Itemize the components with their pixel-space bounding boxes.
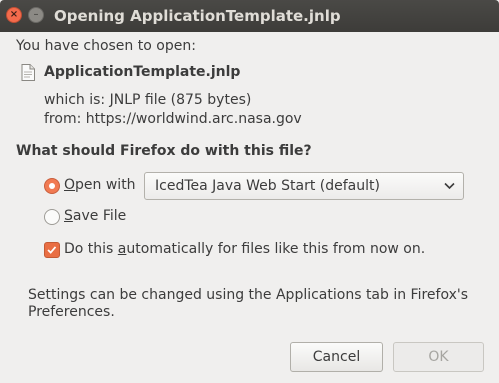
save-file-radio[interactable] [44,209,60,225]
cancel-button[interactable]: Cancel [290,342,383,372]
intro-text: You have chosen to open: [16,38,196,54]
open-with-radio[interactable] [44,178,60,194]
chevron-down-icon [444,182,455,190]
save-file-mnemonic: S [64,208,73,224]
checkmark-icon [47,246,57,254]
auto-action-prefix: Do this [64,241,118,257]
file-name: ApplicationTemplate.jnlp [44,64,241,80]
application-select[interactable]: IcedTea Java Web Start (default) [144,172,464,200]
which-is-label: which is: [44,92,106,108]
application-select-value: IcedTea Java Web Start (default) [155,178,380,194]
title-bar: × – Opening ApplicationTemplate.jnlp [0,0,499,32]
document-icon [21,64,35,81]
open-with-mnemonic: O [64,177,76,193]
auto-action-checkbox[interactable] [44,242,60,258]
save-file-label[interactable]: Save File [64,208,126,224]
file-source-row: from: https://worldwind.arc.nasa.gov [44,111,302,127]
file-type-value: JNLP file (875 bytes) [109,92,252,108]
from-label: from: [44,111,82,127]
window-title: Opening ApplicationTemplate.jnlp [54,7,341,25]
open-with-label[interactable]: Open with [64,177,136,193]
auto-action-suffix: utomatically for files like this from no… [126,241,426,257]
close-window-button[interactable]: × [6,7,22,23]
settings-note-line-1: Settings can be changed using the Applic… [28,287,469,303]
minimize-window-button[interactable]: – [28,7,44,23]
open-with-label-rest: pen with [75,177,136,193]
action-question: What should Firefox do with this file? [16,143,312,159]
save-file-label-rest: ave File [72,208,127,224]
auto-action-label[interactable]: Do this automatically for files like thi… [64,241,425,257]
settings-note-line-2: Preferences. [28,304,115,320]
ok-button[interactable]: OK [393,342,484,372]
source-url: https://worldwind.arc.nasa.gov [85,111,302,127]
file-type-row: which is: JNLP file (875 bytes) [44,92,251,108]
